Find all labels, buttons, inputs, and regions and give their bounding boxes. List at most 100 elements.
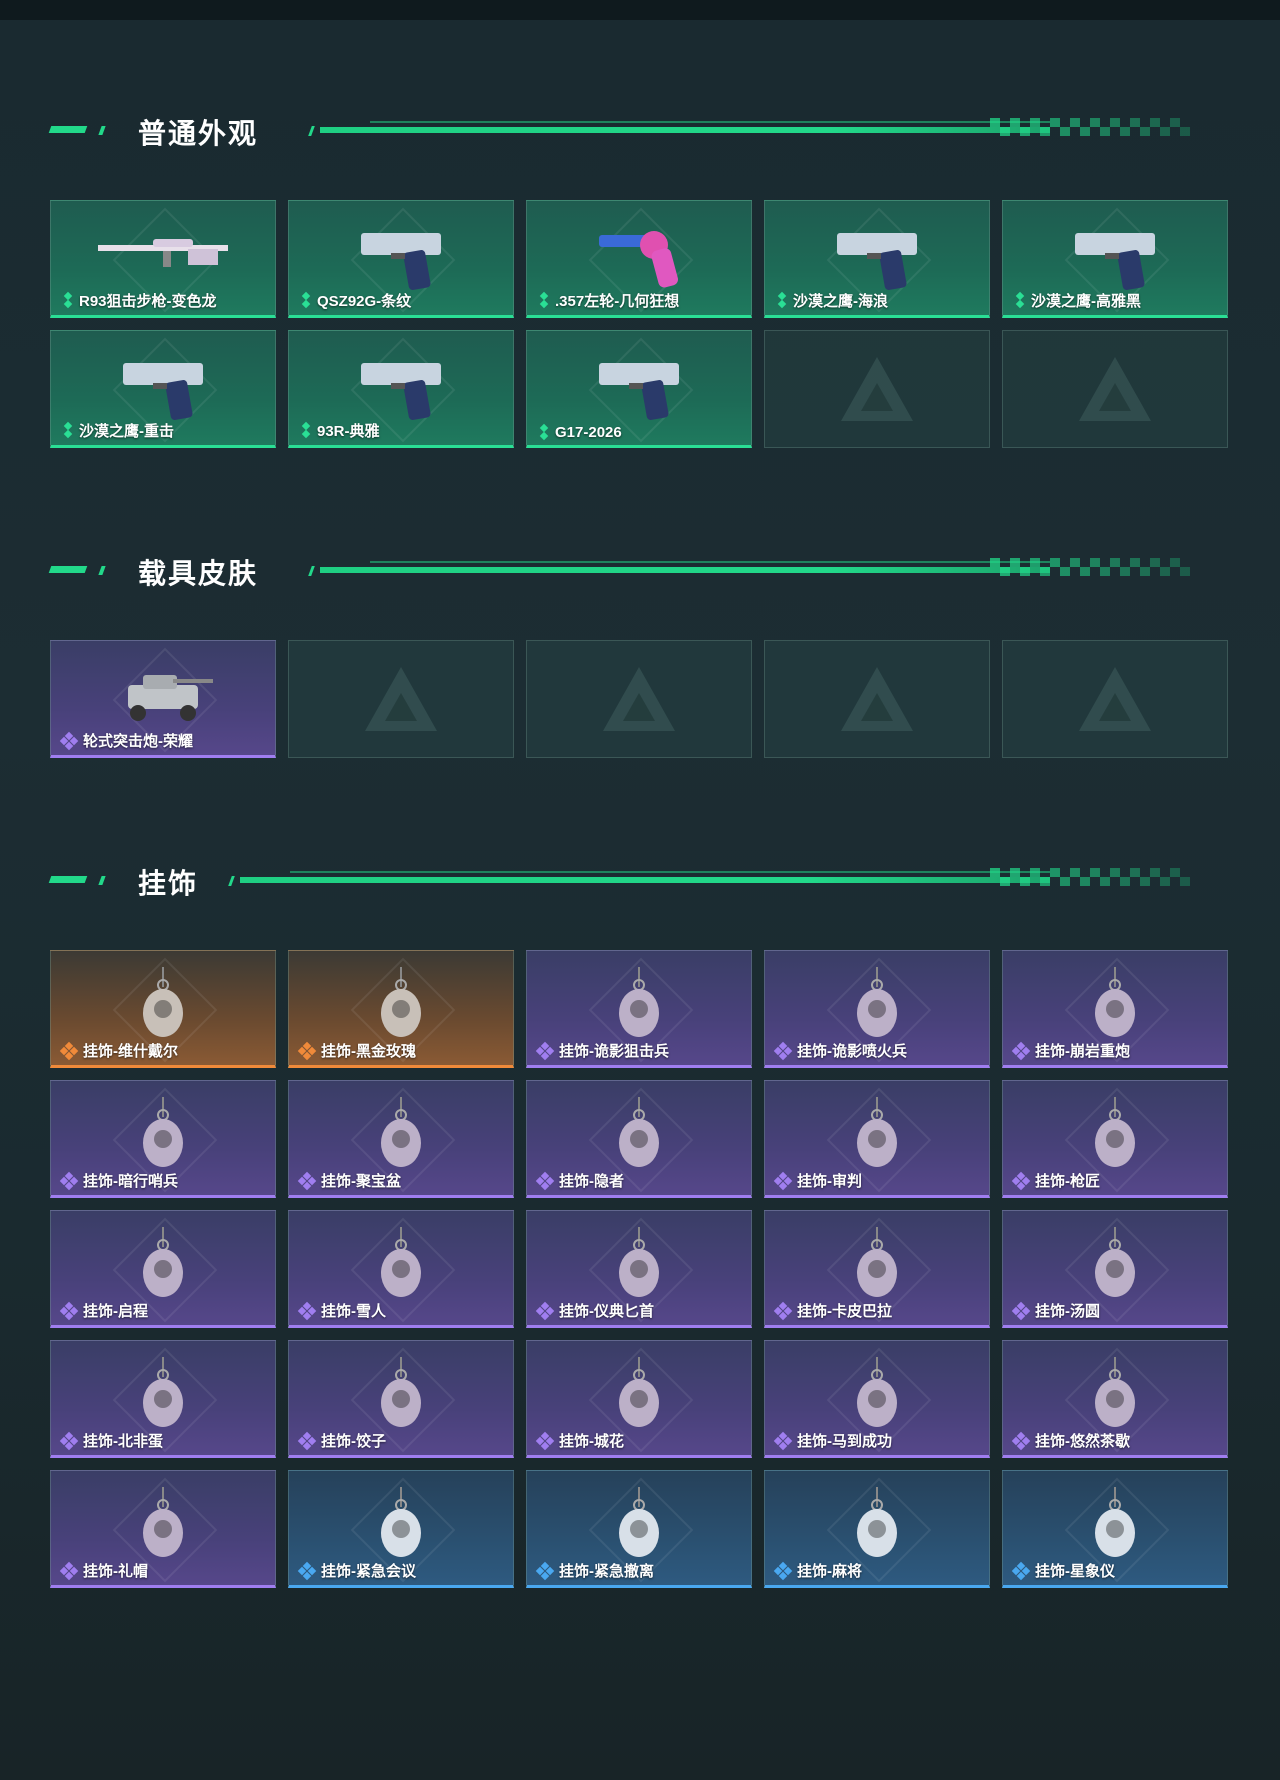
item-card[interactable]: 挂饰-启程 [50,1210,276,1328]
checker-cell [1140,567,1150,576]
item-label-text: 挂饰-审判 [797,1173,862,1190]
item-card[interactable]: 挂饰-汤圆 [1002,1210,1228,1328]
checker-cell [1170,877,1180,886]
checker-cell [1140,118,1150,127]
item-card[interactable]: 沙漠之鹰-重击 [50,330,276,448]
item-card[interactable]: 挂饰-诡影喷火兵 [764,950,990,1068]
item-label-text: 挂饰-星象仪 [1035,1563,1115,1580]
item-card[interactable]: 挂饰-城花 [526,1340,752,1458]
charm-icon [93,1485,233,1570]
item-card[interactable]: 挂饰-紧急撤离 [526,1470,752,1588]
rarity-diamond-icon [297,1041,317,1060]
checker-cell [1150,558,1160,567]
checker-cell [1110,127,1120,136]
checker-cell [990,558,1000,567]
header-accent-bar [48,126,88,133]
checker-cell [1080,868,1090,877]
item-label-text: 挂饰-北非蛋 [83,1433,163,1450]
checker-cell [1160,567,1170,576]
checker-cell [1050,558,1060,567]
item-card[interactable]: 沙漠之鹰-高雅黑 [1002,200,1228,318]
item-label-text: 挂饰-饺子 [321,1433,386,1450]
section-title: 挂饰 [138,868,199,899]
vehicle-icon [93,655,233,740]
rarity-diamond-icon [535,1041,555,1060]
header-slash [228,876,235,886]
checker-cell [1120,118,1130,127]
checker-cell [1110,877,1120,886]
empty-slot [526,640,752,758]
rarity-diamond-icon [537,423,549,441]
checker-cell [1070,868,1080,877]
checker-cell [1050,118,1060,127]
checker-cell [1120,127,1130,136]
placeholder-logo-inner [1099,693,1131,721]
charm-icon [331,1095,471,1180]
item-card[interactable]: .357左轮-几何狂想 [526,200,752,318]
item-card[interactable]: 挂饰-紧急会议 [288,1470,514,1588]
checker-cell [1010,868,1020,877]
item-card[interactable]: 挂饰-雪人 [288,1210,514,1328]
checker-cell [1040,127,1050,136]
item-card[interactable]: 挂饰-卡皮巴拉 [764,1210,990,1328]
item-card[interactable]: 轮式突击炮-荣耀 [50,640,276,758]
checker-cell [1060,868,1070,877]
item-card[interactable]: 挂饰-维什戴尔 [50,950,276,1068]
item-card[interactable]: 挂饰-审判 [764,1080,990,1198]
item-label-text: 挂饰-城花 [559,1433,624,1450]
item-label-text: 挂饰-汤圆 [1035,1303,1100,1320]
checker-cell [1010,567,1020,576]
header-line [320,127,1050,133]
checker-cell [1170,127,1180,136]
charm-icon [807,1225,947,1310]
item-card[interactable]: 挂饰-仪典匕首 [526,1210,752,1328]
checker-cell [1000,127,1010,136]
item-card[interactable]: G17-2026 [526,330,752,448]
item-label: 挂饰-黑金玫瑰 [297,1040,416,1061]
checker-cell [1180,868,1190,877]
checker-cell [990,868,1000,877]
item-label-text: 挂饰-雪人 [321,1303,386,1320]
sniper-rifle-icon [93,215,233,300]
checker-cell [990,127,1000,136]
checker-cell [1040,567,1050,576]
item-card[interactable]: 挂饰-诡影狙击兵 [526,950,752,1068]
item-card[interactable]: 挂饰-马到成功 [764,1340,990,1458]
item-card[interactable]: 挂饰-北非蛋 [50,1340,276,1458]
item-label: 93R-典雅 [299,420,380,441]
item-label: 挂饰-麻将 [773,1560,862,1581]
item-card[interactable]: 挂饰-礼帽 [50,1470,276,1588]
rarity-diamond-icon [297,1431,317,1450]
item-label: 挂饰-枪匠 [1011,1170,1100,1191]
section-header: 挂饰 [48,858,1210,899]
item-card[interactable]: 挂饰-暗行哨兵 [50,1080,276,1198]
item-label-text: 挂饰-紧急撤离 [559,1563,654,1580]
checker-cell [1120,868,1130,877]
item-label: 挂饰-暗行哨兵 [59,1170,178,1191]
item-card[interactable]: 挂饰-枪匠 [1002,1080,1228,1198]
item-card[interactable]: 93R-典雅 [288,330,514,448]
rarity-diamond-icon [1011,1041,1031,1060]
checker-cell [1030,558,1040,567]
header-checker [990,118,1190,136]
item-card[interactable]: 挂饰-崩岩重炮 [1002,950,1228,1068]
item-card[interactable]: 挂饰-黑金玫瑰 [288,950,514,1068]
item-label-text: 沙漠之鹰-高雅黑 [1031,293,1141,310]
item-card[interactable]: 挂饰-聚宝盆 [288,1080,514,1198]
item-card[interactable]: 挂饰-饺子 [288,1340,514,1458]
checker-cell [1080,567,1090,576]
checker-cell [1140,868,1150,877]
item-card[interactable]: R93狙击步枪-变色龙 [50,200,276,318]
item-card[interactable]: QSZ92G-条纹 [288,200,514,318]
rarity-diamond-icon [299,291,311,309]
item-label-text: 挂饰-马到成功 [797,1433,892,1450]
item-card[interactable]: 挂饰-悠然茶歇 [1002,1340,1228,1458]
placeholder-logo-inner [861,693,893,721]
rarity-diamond-icon [59,1041,79,1060]
item-card[interactable]: 挂饰-麻将 [764,1470,990,1588]
item-card[interactable]: 挂饰-星象仪 [1002,1470,1228,1588]
rarity-diamond-icon [59,1561,79,1580]
item-card[interactable]: 挂饰-隐者 [526,1080,752,1198]
item-label-text: 沙漠之鹰-重击 [79,423,174,440]
item-card[interactable]: 沙漠之鹰-海浪 [764,200,990,318]
